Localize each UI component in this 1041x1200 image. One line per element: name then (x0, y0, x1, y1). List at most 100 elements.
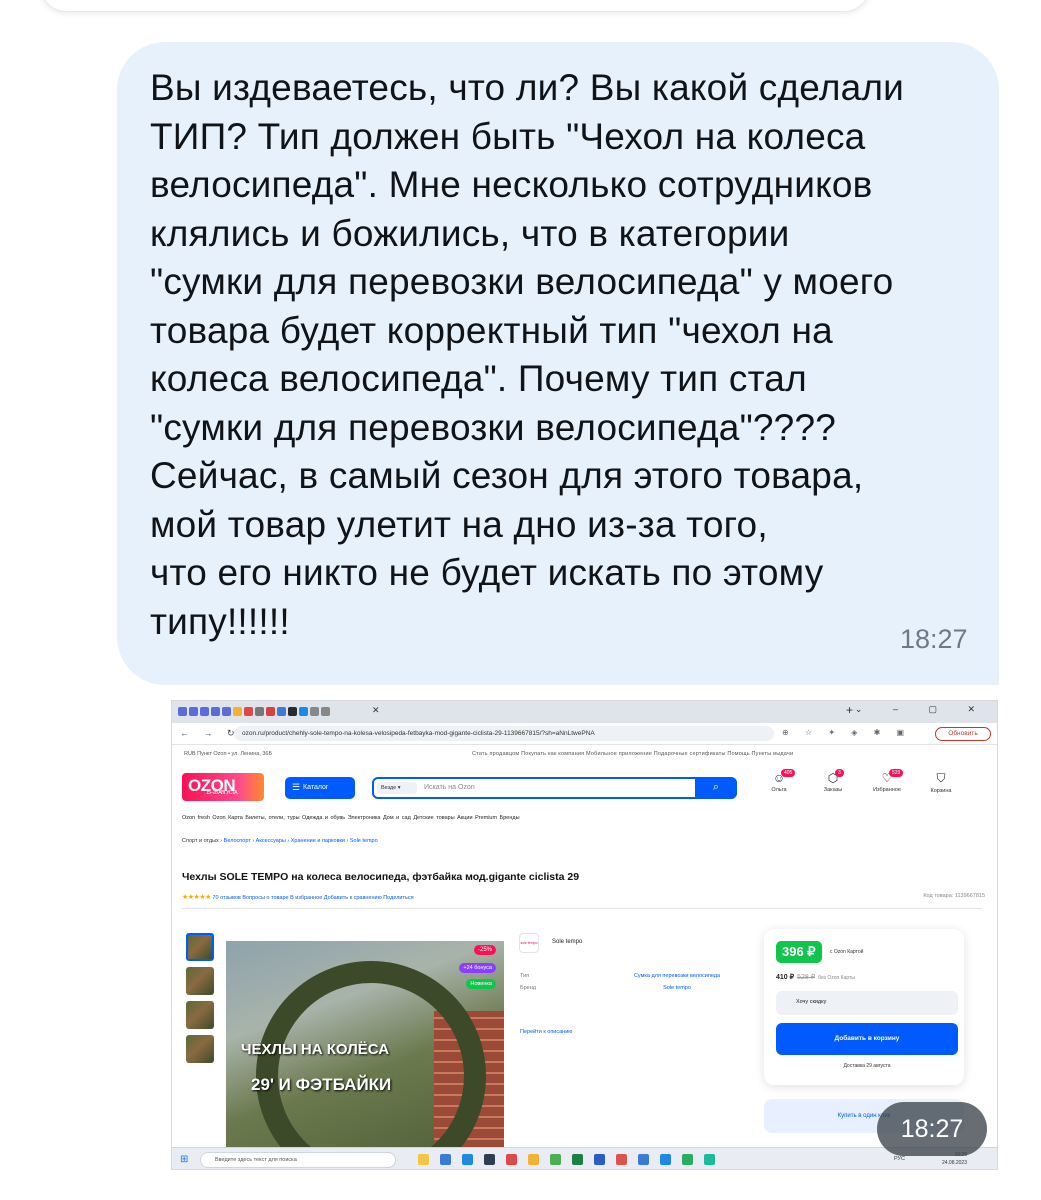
chrome-icon[interactable] (550, 1154, 561, 1165)
spec-value-link[interactable]: Sole tempo (632, 985, 722, 991)
ozon-logo[interactable]: OZON 15–28 АВГУСТА (182, 773, 264, 801)
profile-badge: 405 (781, 769, 796, 777)
product-code: Код товара: 1139667815 (923, 893, 985, 899)
favorites-link[interactable]: ♡ 529 Избранное (865, 769, 909, 794)
breadcrumb: Спорт и отдых › Велоспорт › Аксессуары ›… (182, 838, 378, 844)
taskbar-search-input[interactable]: Введите здесь текст для поиска (200, 1152, 396, 1168)
tab-favicons (178, 707, 330, 716)
breadcrumb-path[interactable]: › Велоспорт › Аксессуары › Хранение и па… (219, 838, 377, 844)
breadcrumb-root[interactable]: Спорт и отдых (182, 838, 219, 844)
photo-wheel-cover (256, 961, 486, 1169)
card-price-label: с Ozon Картой (830, 949, 864, 955)
previous-message-bubble (40, 0, 870, 12)
cart-label: Корзина (930, 788, 952, 794)
add-to-cart-button[interactable]: Добавить в корзину (776, 1023, 958, 1055)
product-actions[interactable]: 70 отзывов Вопросы о товаре В избранное … (211, 895, 413, 901)
windows-taskbar: ⊞ Введите здесь текст для поиска РУС 24.… (172, 1147, 997, 1169)
regular-price: 410 ₽528 ₽ без Ozon Карты (776, 973, 855, 981)
search-scope-select[interactable]: Везде ▾ (377, 782, 417, 794)
word-icon[interactable] (594, 1154, 605, 1165)
explorer-icon[interactable] (418, 1154, 429, 1165)
cart-icon: ⛉ (936, 771, 946, 785)
windows-start-icon[interactable]: ⊞ (180, 1154, 188, 1165)
spec-row-type: Тип Сумка для перевозки велосипеда (520, 973, 722, 979)
photo-caption-2: 29' И ФЭТБАЙКИ (251, 1075, 392, 1094)
app-icon[interactable] (660, 1154, 671, 1165)
message-text: Вы издеваетесь, что ли? Вы какой сделали… (150, 67, 905, 642)
brand-logo[interactable]: sole tempo (519, 933, 539, 953)
product-photo[interactable]: ЧЕХЛЫ НА КОЛЁСА 29' И ФЭТБАЙКИ -25% +24 … (226, 941, 504, 1169)
thumbnail[interactable] (186, 967, 214, 995)
search-input[interactable]: Искать на Ozon (424, 784, 475, 791)
profile-label: Ольга (771, 787, 787, 793)
thumbnail[interactable] (186, 1001, 214, 1029)
spec-key: Тип (520, 973, 530, 979)
excel-icon[interactable] (572, 1154, 583, 1165)
discount-badge: -25% (473, 945, 496, 955)
yandex-icon[interactable] (506, 1154, 517, 1165)
pickup-point-link[interactable]: RUB Пункт Ozon • ул. Ленина, 36Б (184, 751, 272, 757)
attached-screenshot[interactable]: ✕ + ⌄ – ▢ ✕ ← → ↻ ozon.ru/product/chehly… (171, 700, 998, 1170)
thumbnail[interactable] (186, 933, 214, 961)
brand-name[interactable]: Sole tempo (552, 939, 582, 945)
thumbnail-gallery (186, 933, 214, 1063)
window-controls[interactable]: ⌄ – ▢ ✕ (855, 704, 989, 715)
photos-icon[interactable] (638, 1154, 649, 1165)
delivery-date: Доставка 29 августа (843, 1063, 891, 1069)
clock-date: 24.08.2023 (941, 1160, 967, 1166)
search-icon[interactable]: ⌕ (695, 777, 737, 799)
favorites-badge: 529 (889, 769, 904, 777)
bonus-badge: +24 бонуса (459, 963, 496, 973)
extension-icons[interactable]: ⊕ ☆ ✦ ◈ ✱ ▣ (782, 728, 911, 737)
browser-tab-strip: ✕ + ⌄ – ▢ ✕ (172, 701, 997, 723)
navigation-buttons[interactable]: ← → ↻ (180, 728, 241, 739)
close-icon[interactable]: ✕ (372, 705, 380, 716)
media-timestamp: 18:27 (877, 1102, 987, 1156)
url-field[interactable]: ozon.ru/product/chehly-sole-tempo-na-kol… (234, 726, 774, 741)
favorites-label: Избранное (873, 787, 901, 793)
orders-badge: 3 (835, 769, 844, 777)
spec-row-brand: Бренд Sole tempo (520, 985, 722, 991)
product-title: Чехлы SOLE TEMPO на колеса велосипеда, ф… (182, 871, 580, 883)
description-link[interactable]: Перейти к описанию (520, 1029, 572, 1035)
profile-link[interactable]: ☺ 405 Ольга (757, 769, 801, 794)
service-links[interactable]: Стать продавцом Покупать как компания Мо… (472, 751, 793, 757)
app-icon[interactable] (704, 1154, 715, 1165)
photo-caption-1: ЧЕХЛЫ НА КОЛЁСА (241, 1041, 390, 1058)
cart-link[interactable]: ⛉ Корзина (919, 771, 963, 794)
store-icon[interactable] (484, 1154, 495, 1165)
chat-screen: Вы издеваетесь, что ли? Вы какой сделали… (0, 0, 1041, 1200)
want-discount-button[interactable]: Хочу скидку (776, 991, 958, 1015)
category-menu[interactable]: Ozon fresh Ozon Карта Билеты, отели, тур… (182, 815, 520, 821)
product-specs: Тип Сумка для перевозки велосипеда Бренд… (520, 973, 722, 997)
product-meta: ★★★★★ 70 отзывов Вопросы о товаре В избр… (182, 893, 414, 901)
language-indicator[interactable]: РУС (894, 1156, 905, 1162)
new-badge: Новинка (466, 979, 496, 989)
no-card-label: без Ozon Карты (818, 975, 855, 981)
new-tab-icon[interactable]: + (846, 703, 853, 717)
app-icon[interactable] (682, 1154, 693, 1165)
box-icon: ⬡ (827, 771, 839, 785)
price-panel: 396 ₽ с Ozon Картой 410 ₽528 ₽ без Ozon К… (764, 929, 964, 1085)
regular-price-value: 410 ₽ (776, 974, 795, 981)
thumbnail[interactable] (186, 1035, 214, 1063)
taskbar-apps (418, 1154, 715, 1165)
user-menu: ☺ 405 Ольга ⬡ 3 Заказы ♡ 529 Избранное ⛉ Корзин… (757, 769, 963, 794)
catalog-button[interactable]: Каталог (285, 777, 355, 799)
mail-icon[interactable] (440, 1154, 451, 1165)
address-bar: ← → ↻ ozon.ru/product/chehly-sole-tempo-… (172, 723, 997, 745)
rating-stars-icon: ★★★★★ (182, 894, 211, 901)
search-box[interactable]: Везде ▾ Искать на Ozon ⌕ (372, 777, 737, 799)
logo-subtitle: 15–28 АВГУСТА (206, 790, 238, 796)
message-time: 18:27 (900, 624, 968, 654)
orders-link[interactable]: ⬡ 3 Заказы (811, 769, 855, 794)
card-price: 396 ₽ (776, 941, 822, 963)
spec-key: Бренд (520, 985, 536, 991)
edge-icon[interactable] (462, 1154, 473, 1165)
app-icon[interactable] (616, 1154, 627, 1165)
spec-value-link[interactable]: Сумка для перевозки велосипеда (632, 973, 722, 979)
update-button[interactable]: Обновить (935, 727, 991, 741)
app-icon[interactable] (528, 1154, 539, 1165)
old-price: 528 ₽ (797, 974, 816, 981)
ozon-top-links: RUB Пункт Ozon • ул. Ленина, 36Б Стать п… (172, 747, 997, 761)
